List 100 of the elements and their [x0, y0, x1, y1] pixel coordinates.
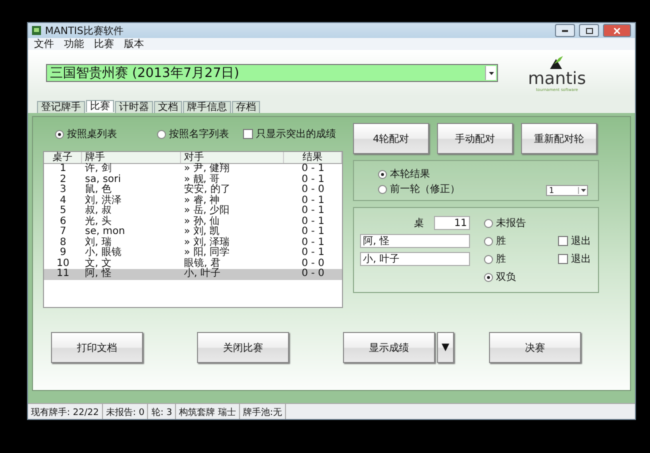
table-cell-text: 小, 叶子 [183, 269, 222, 280]
status-text: 现有牌手: 22/22 [28, 404, 103, 419]
dropdown-button[interactable]: ▼ [437, 332, 454, 363]
column-header[interactable]: 结果 [284, 152, 342, 163]
table-row[interactable]: 8 刘, 瑞 » 刘, 泽瑞 0 - 1 [44, 238, 342, 248]
pairing-button[interactable]: 重新配对轮 [521, 123, 597, 154]
desk-number-field[interactable]: 11 [434, 216, 470, 230]
radio-option[interactable]: 胜 [484, 252, 550, 266]
pairing-button[interactable]: 4轮配对 [353, 123, 429, 154]
radio-option[interactable]: 胜 [484, 234, 550, 248]
table-cell-text: » 阳, 同学 [183, 248, 231, 258]
table-cell-text: 0 - 1 [300, 248, 326, 258]
tab[interactable]: 登记牌手 [37, 101, 85, 113]
column-header[interactable]: 对手 [181, 152, 284, 163]
app-icon [32, 26, 41, 35]
maximize-button[interactable] [579, 24, 599, 37]
table-cell-text: 7 [58, 227, 68, 238]
checkbox-option[interactable]: 退出 [558, 252, 592, 266]
table-cell-text: » 尹, 健翔 [183, 164, 231, 174]
table-row[interactable]: 9 小, 眼镜 » 阳, 同学 0 - 1 [44, 248, 342, 258]
radio-option[interactable]: 前一轮（修正） [378, 182, 460, 196]
tab[interactable]: 文档 [154, 101, 182, 113]
table-row[interactable]: 2 sa, sori » 靓, 哥 0 - 1 [44, 174, 342, 185]
event-dropdown[interactable]: 三国智贵州赛 (2013年7月27日) [46, 64, 498, 82]
table-cell-text: 0 - 1 [300, 164, 326, 174]
table-cell-text: 11 [56, 269, 70, 280]
table-cell-text: 0 - 1 [300, 227, 326, 238]
player-field[interactable]: 小, 叶子 [360, 252, 470, 266]
menu-item[interactable]: 版本 [124, 37, 144, 51]
checkbox-option[interactable]: 只显示突出的成绩 [243, 127, 336, 141]
table-cell-text: se, mon [84, 227, 126, 237]
minimize-button[interactable] [555, 24, 575, 37]
desk-label: 桌 [414, 216, 424, 230]
table-row[interactable]: 7 se, mon » 刘, 凯 0 - 1 [44, 227, 342, 238]
radio-option[interactable]: 未报告 [484, 216, 550, 230]
table-cell-text: 0 - 1 [300, 216, 326, 226]
table-cell-text: 10 [56, 258, 70, 268]
table-cell-text: » 孙, 仙 [183, 216, 221, 226]
table-cell-text: 5 [58, 206, 68, 216]
table-row[interactable]: 5 叔, 叔 » 岳, 少阳 0 - 1 [44, 206, 342, 216]
table-cell-text: 0 - 1 [300, 206, 326, 216]
table-cell-text: 0 - 1 [300, 196, 326, 206]
status-text: 构筑套牌 瑞士 [176, 404, 240, 419]
radio-option[interactable]: 本轮结果 [378, 167, 460, 181]
table-cell-text: 0 - 0 [300, 269, 326, 280]
selected-table-row[interactable]: 11 阿, 怪 小, 叶子 0 - 0 [44, 269, 342, 280]
table-cell-text: 0 - 0 [300, 185, 326, 196]
table-cell-text: 安安, 的了 [183, 185, 232, 195]
dropdown-arrow-icon [580, 189, 586, 192]
column-header[interactable]: 桌子 [44, 152, 82, 163]
table-cell-text: 4 [58, 196, 68, 206]
tab[interactable]: 比赛 [86, 100, 114, 112]
close-icon [614, 28, 620, 34]
table-cell-text: 0 - 1 [300, 174, 326, 184]
table-cell-text: 6 [58, 216, 68, 226]
action-button[interactable]: 关闭比赛 [197, 332, 289, 363]
table-cell-text: 小, 眼镜 [84, 248, 122, 258]
radio-option[interactable]: 按照桌列表 [55, 127, 157, 141]
close-button[interactable] [603, 24, 631, 37]
radio-option[interactable]: 按照名字列表 [157, 127, 243, 141]
action-button[interactable]: 决赛 [489, 332, 581, 363]
checkbox-option[interactable]: 退出 [558, 234, 592, 248]
table-cell-text: 许, 剑 [84, 164, 112, 174]
table-row[interactable]: 10 文, 文 眼镜, 君 0 - 0 [44, 258, 342, 269]
menu-item[interactable]: 文件 [34, 37, 54, 51]
table-row[interactable]: 6 光, 头 » 孙, 仙 0 - 1 [44, 216, 342, 227]
radio-option[interactable]: 双负 [484, 270, 550, 284]
table-cell-text: 阿, 怪 [84, 269, 112, 280]
mantis-logo-icon [548, 54, 566, 70]
table-cell-text: » 靓, 哥 [183, 174, 221, 184]
table-cell-text: 3 [58, 185, 68, 196]
dropdown-arrow-icon [488, 72, 494, 74]
table-cell-text: 刘, 洪泽 [84, 196, 122, 206]
tab[interactable]: 计时器 [115, 101, 153, 113]
table-cell-text: 8 [58, 238, 68, 248]
table-cell-text: 眼镜, 君 [183, 258, 222, 268]
pairing-button[interactable]: 手动配对 [437, 123, 513, 154]
tab[interactable]: 牌手信息 [183, 101, 231, 113]
table-cell-text: 刘, 瑞 [84, 238, 112, 248]
table-cell-text: 9 [58, 248, 68, 258]
table-row[interactable]: 4 刘, 洪泽 » 睿, 神 0 - 1 [44, 196, 342, 206]
table-cell-text: » 刘, 凯 [183, 227, 220, 237]
show-results-button[interactable]: 显示成绩 [343, 332, 435, 363]
tab[interactable]: 存档 [232, 101, 260, 113]
logo-text: mantis [528, 70, 586, 88]
table-row[interactable]: 3 鼠, 色 安安, 的了 0 - 0 [44, 185, 342, 196]
table-cell-text: 文, 文 [84, 258, 112, 268]
menu-item[interactable]: 比赛 [94, 37, 114, 51]
table-cell-text: 0 - 1 [300, 238, 326, 248]
menu-item[interactable]: 功能 [64, 37, 84, 51]
column-header[interactable]: 牌手 [82, 152, 181, 163]
player-field[interactable]: 阿, 怪 [360, 234, 470, 248]
table-row[interactable]: 1 许, 剑 » 尹, 健翔 0 - 1 [44, 164, 342, 174]
action-button[interactable]: 打印文档 [51, 332, 143, 363]
table-cell-text: sa, sori [84, 174, 122, 184]
round-dropdown[interactable]: 1 [546, 185, 588, 196]
table-cell-text: » 岳, 少阳 [183, 206, 231, 216]
table-cell-text: 1 [58, 164, 68, 174]
status-text: 牌手池:无 [240, 404, 286, 419]
status-text: 未报告: 0 [102, 404, 148, 419]
